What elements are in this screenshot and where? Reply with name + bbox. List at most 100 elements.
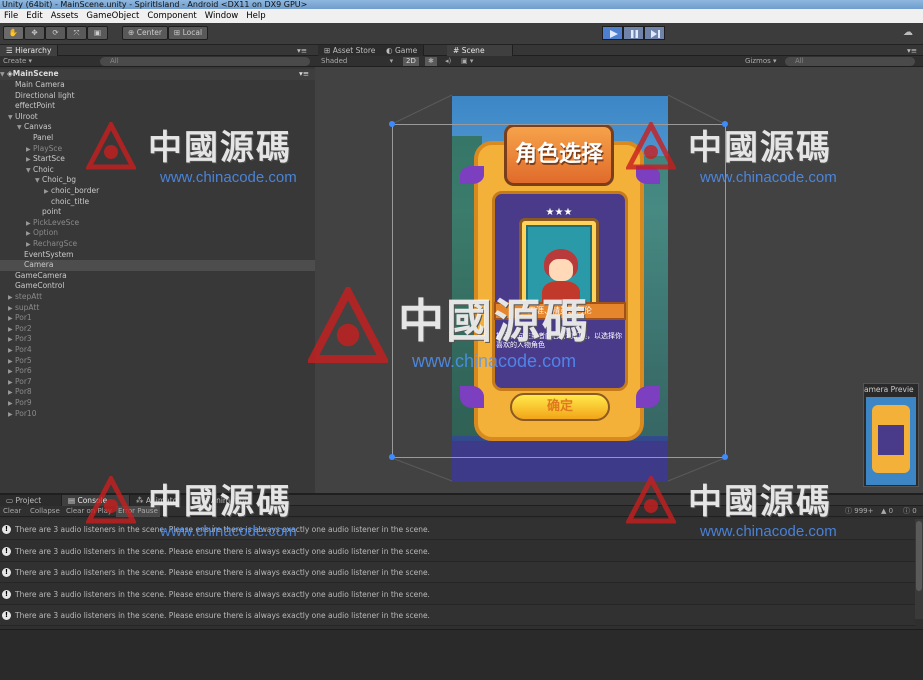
rect-tool-icon[interactable]: ▣ bbox=[87, 26, 108, 40]
hierarchy-item[interactable]: point bbox=[0, 207, 315, 218]
chevron-right-icon[interactable]: ▶ bbox=[8, 410, 15, 421]
light-toggle-icon[interactable]: ✱ bbox=[425, 57, 437, 66]
menu-help[interactable]: Help bbox=[242, 11, 269, 21]
tab-asset-store[interactable]: ⊞ Asset Store bbox=[318, 45, 383, 56]
hand-tool-icon[interactable]: ✋ bbox=[3, 26, 24, 40]
tab-scene[interactable]: # Scene bbox=[447, 45, 513, 56]
tab-console-label: Console bbox=[77, 496, 108, 505]
tab-hierarchy[interactable]: ☰ Hierarchy bbox=[0, 45, 59, 56]
clear-on-play-button[interactable]: Clear on Play bbox=[66, 506, 112, 517]
log-count-toggle[interactable]: ⓘ 999+ bbox=[845, 506, 873, 517]
hierarchy-item[interactable]: GameCamera bbox=[0, 271, 315, 282]
tab-game-label: Game bbox=[394, 46, 418, 55]
tab-project[interactable]: ▭ Project bbox=[0, 495, 62, 506]
hierarchy-item-label: Option bbox=[33, 228, 59, 238]
hierarchy-item[interactable]: choic_title bbox=[0, 197, 315, 208]
scene-search-placeholder: All bbox=[795, 57, 804, 65]
hierarchy-search-input[interactable]: All bbox=[100, 57, 310, 66]
mode-2d-toggle[interactable]: 2D bbox=[403, 57, 419, 66]
rotate-tool-icon[interactable]: ⟳ bbox=[45, 26, 66, 40]
rect-handle-br[interactable] bbox=[722, 454, 728, 460]
effects-dropdown-icon[interactable]: ▣ ▾ bbox=[461, 56, 473, 67]
hierarchy-item[interactable]: GameControl bbox=[0, 281, 315, 292]
hierarchy-item[interactable]: ▶ stepAtt bbox=[0, 292, 315, 303]
scene-panel: ⊞ Asset Store ◐ Game # Scene ▾≡ Shaded ▾… bbox=[315, 45, 923, 493]
hierarchy-item[interactable]: ▶ Por4 bbox=[0, 345, 315, 356]
hierarchy-item[interactable]: ▼ Canvas bbox=[0, 122, 315, 133]
hierarchy-item[interactable]: ▶ PickLeveSce bbox=[0, 218, 315, 229]
hierarchy-item[interactable]: effectPoint bbox=[0, 101, 315, 112]
cloud-icon[interactable]: ☁ bbox=[903, 27, 913, 38]
hierarchy-item[interactable]: ▼ Choic bbox=[0, 165, 315, 176]
error-count-toggle[interactable]: ⓘ 0 bbox=[903, 506, 917, 517]
console-log-row[interactable]: ! There are 3 audio listeners in the scen… bbox=[0, 519, 915, 540]
hierarchy-item[interactable]: ▶ supAtt bbox=[0, 303, 315, 314]
hierarchy-item[interactable]: ▶ Por3 bbox=[0, 334, 315, 345]
tab-animator[interactable]: ⁂ Animator bbox=[130, 495, 196, 506]
console-scroll-thumb[interactable] bbox=[916, 521, 922, 591]
pause-button[interactable] bbox=[623, 26, 644, 40]
error-pause-button[interactable]: Error Pause bbox=[116, 506, 160, 517]
hierarchy-item[interactable]: ▼ Choic_bg bbox=[0, 175, 315, 186]
hierarchy-item[interactable]: ▶ Por9 bbox=[0, 398, 315, 409]
hierarchy-item[interactable]: EventSystem bbox=[0, 250, 315, 261]
hierarchy-item[interactable]: ▶ RechargSce bbox=[0, 239, 315, 250]
console-log-row[interactable]: ! There are 3 audio listeners in the scen… bbox=[0, 605, 915, 626]
hierarchy-item-label: choic_title bbox=[51, 196, 90, 206]
scale-tool-icon[interactable]: ⤧ bbox=[66, 26, 87, 40]
move-tool-icon[interactable]: ✥ bbox=[24, 26, 45, 40]
pivot-center-button[interactable]: ⊕ Center bbox=[122, 26, 168, 40]
hierarchy-item[interactable]: ▶ StartSce bbox=[0, 154, 315, 165]
menu-assets[interactable]: Assets bbox=[47, 11, 83, 21]
hierarchy-item[interactable]: ▼ UIroot bbox=[0, 112, 315, 123]
hierarchy-item[interactable]: ▶ Por1 bbox=[0, 313, 315, 324]
shading-dropdown[interactable]: Shaded ▾ bbox=[321, 56, 393, 67]
console-log-row[interactable]: ! There are 3 audio listeners in the scen… bbox=[0, 584, 915, 605]
scene-menu-icon[interactable]: ▾≡ bbox=[299, 69, 309, 80]
tab-animation[interactable]: ◷ Animation bbox=[196, 495, 262, 506]
hierarchy-item-label: Por10 bbox=[15, 408, 37, 418]
hierarchy-item[interactable]: ▶ Por8 bbox=[0, 387, 315, 398]
hierarchy-item[interactable]: ▶ Por6 bbox=[0, 366, 315, 377]
rect-handle-bl[interactable] bbox=[389, 454, 395, 460]
create-dropdown[interactable]: Create ▾ bbox=[3, 56, 32, 67]
pivot-local-button[interactable]: ⊞ Local bbox=[168, 26, 208, 40]
scene-panel-menu-icon[interactable]: ▾≡ bbox=[907, 45, 917, 56]
step-button[interactable] bbox=[644, 26, 665, 40]
console-scrollbar[interactable] bbox=[915, 519, 923, 619]
hierarchy-item[interactable]: Panel bbox=[0, 133, 315, 144]
hierarchy-item[interactable]: ▶ PlaySce bbox=[0, 144, 315, 155]
gizmos-dropdown[interactable]: Gizmos ▾ bbox=[745, 56, 777, 67]
hierarchy-item[interactable]: ▶ Por10 bbox=[0, 409, 315, 420]
hierarchy-item[interactable]: ▶ Por7 bbox=[0, 377, 315, 388]
hierarchy-item[interactable]: Main Camera bbox=[0, 80, 315, 91]
canvas-rect-frame bbox=[392, 124, 726, 458]
rect-handle-tr[interactable] bbox=[722, 121, 728, 127]
hierarchy-item[interactable]: ▶ Option bbox=[0, 228, 315, 239]
console-log-row[interactable]: ! There are 3 audio listeners in the scen… bbox=[0, 562, 915, 583]
clear-button[interactable]: Clear bbox=[3, 506, 21, 517]
menu-file[interactable]: File bbox=[0, 11, 22, 21]
warn-count-toggle[interactable]: ▲ 0 bbox=[881, 506, 893, 517]
menu-window[interactable]: Window bbox=[201, 11, 243, 21]
rect-handle-tl[interactable] bbox=[389, 121, 395, 127]
tab-game[interactable]: ◐ Game bbox=[380, 45, 425, 56]
panel-menu-icon[interactable]: ▾≡ bbox=[297, 45, 307, 56]
hierarchy-item[interactable]: Camera bbox=[0, 260, 315, 271]
tab-console[interactable]: ▤ Console bbox=[62, 495, 130, 506]
menu-component[interactable]: Component bbox=[143, 11, 200, 21]
scene-search-input[interactable]: All bbox=[785, 57, 915, 66]
hierarchy-subbar: Create ▾ All bbox=[0, 56, 315, 67]
collapse-button[interactable]: Collapse bbox=[30, 506, 60, 517]
hierarchy-item[interactable]: ▶ choic_border bbox=[0, 186, 315, 197]
menu-gameobject[interactable]: GameObject bbox=[82, 11, 143, 21]
menu-edit[interactable]: Edit bbox=[22, 11, 46, 21]
hierarchy-item[interactable]: ▶ Por2 bbox=[0, 324, 315, 335]
audio-toggle-icon[interactable]: ◂) bbox=[445, 56, 451, 67]
preview-inner bbox=[878, 425, 904, 455]
scene-root-row[interactable]: ▼ ◈MainScene ▾≡ bbox=[0, 69, 315, 80]
hierarchy-item[interactable]: ▶ Por5 bbox=[0, 356, 315, 367]
console-log-row[interactable]: ! There are 3 audio listeners in the scen… bbox=[0, 541, 915, 562]
play-button[interactable] bbox=[602, 26, 623, 40]
hierarchy-item[interactable]: Directional light bbox=[0, 91, 315, 102]
